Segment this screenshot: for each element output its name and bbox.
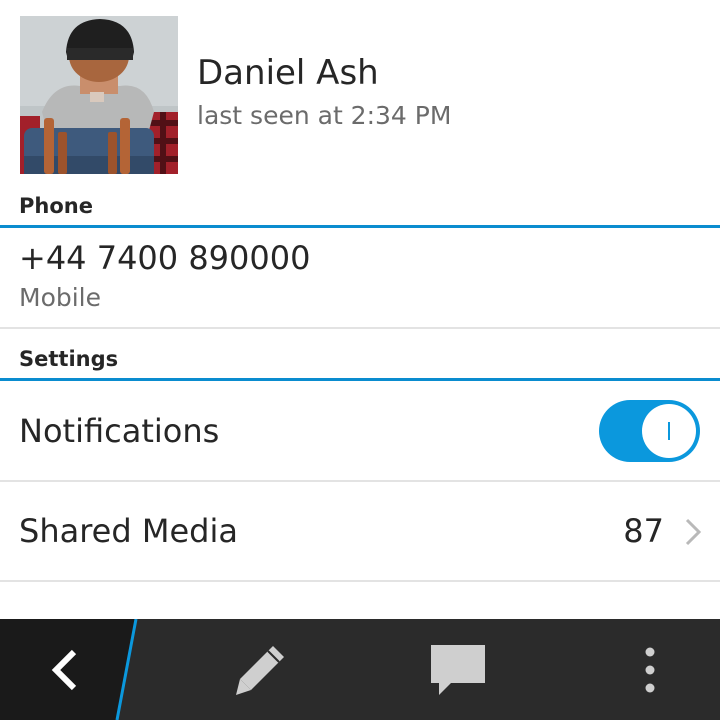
shared-media-count: 87 bbox=[623, 512, 664, 550]
contact-header: Daniel Ash last seen at 2:34 PM bbox=[0, 0, 720, 190]
notifications-row: Notifications bbox=[0, 381, 720, 482]
contact-details-screen: Daniel Ash last seen at 2:34 PM Phone +4… bbox=[0, 0, 720, 720]
contact-photo bbox=[20, 16, 178, 174]
settings-section-header: Settings bbox=[0, 345, 720, 381]
pencil-icon bbox=[236, 645, 284, 695]
shared-media-label: Shared Media bbox=[19, 512, 238, 550]
chevron-right-icon bbox=[685, 518, 702, 546]
settings-section-title: Settings bbox=[19, 347, 119, 371]
last-seen-status: last seen at 2:34 PM bbox=[197, 101, 452, 130]
notifications-label: Notifications bbox=[19, 412, 220, 450]
phone-type: Mobile bbox=[19, 283, 102, 312]
toggle-on-mark bbox=[668, 422, 670, 440]
contact-name: Daniel Ash bbox=[197, 53, 379, 93]
overflow-menu-icon bbox=[645, 647, 655, 692]
back-button[interactable] bbox=[0, 619, 130, 720]
action-bar bbox=[0, 619, 720, 720]
edit-button[interactable] bbox=[210, 619, 310, 720]
back-icon bbox=[51, 649, 77, 690]
chat-button[interactable] bbox=[408, 619, 508, 720]
toggle-knob bbox=[642, 404, 696, 458]
chat-bubble-icon bbox=[431, 644, 485, 695]
avatar[interactable] bbox=[20, 16, 178, 174]
shared-media-row[interactable]: Shared Media 87 bbox=[0, 482, 720, 582]
phone-section-title: Phone bbox=[19, 194, 93, 218]
phone-number: +44 7400 890000 bbox=[19, 239, 311, 277]
phone-number-row[interactable]: +44 7400 890000 Mobile bbox=[0, 228, 720, 329]
overflow-menu-button[interactable] bbox=[610, 619, 690, 720]
phone-section-header: Phone bbox=[0, 192, 720, 228]
notifications-toggle[interactable] bbox=[599, 400, 700, 462]
